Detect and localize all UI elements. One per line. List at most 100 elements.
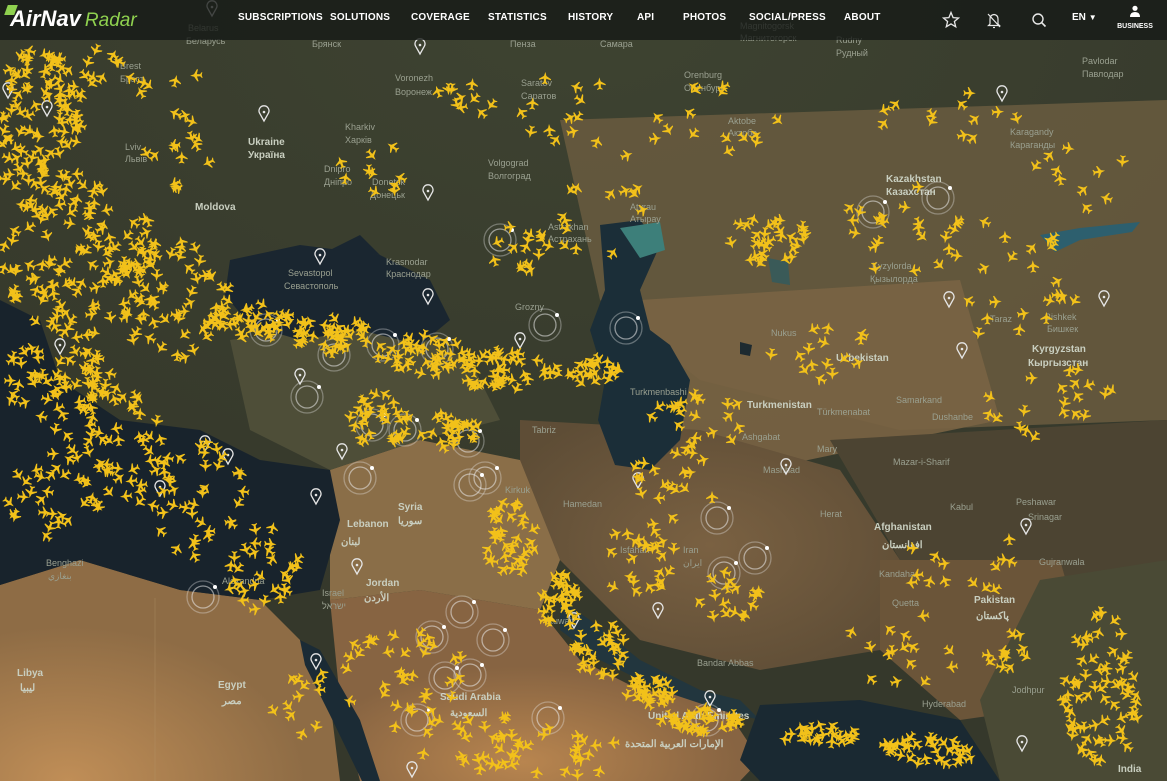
map-label: India	[1118, 764, 1142, 775]
business-label: BUSINESS	[1117, 23, 1153, 30]
map-label: Краснодар	[386, 269, 431, 279]
map-label: Пенза	[510, 39, 536, 49]
airport-dot	[442, 625, 446, 629]
map-label: Israel	[322, 588, 344, 598]
map-label: ایران	[683, 558, 702, 569]
nav-history[interactable]: HISTORY	[568, 12, 613, 23]
map-label: Рудный	[836, 48, 868, 58]
map-label: Peshawar	[1016, 497, 1056, 507]
map-label: Nukus	[771, 328, 797, 338]
map-label: Egypt	[218, 680, 246, 691]
map-label: Караганды	[1010, 140, 1055, 150]
map-label: Volgograd	[488, 158, 529, 168]
map-label: Sevastopol	[288, 268, 333, 278]
map-label: Lebanon	[347, 519, 389, 530]
map-label: Самара	[600, 39, 633, 49]
airport-dot	[717, 708, 721, 712]
airport-dot	[370, 466, 374, 470]
map-label: Волгоград	[488, 171, 531, 181]
map-label: Астрахань	[548, 234, 592, 244]
nav-solutions[interactable]: SOLUTIONS	[330, 12, 390, 23]
airport-dot	[555, 313, 559, 317]
map-label: Bandar Abbas	[697, 658, 754, 668]
map-label: Krasnodar	[386, 257, 428, 267]
map-label: الأردن	[364, 592, 389, 604]
map-label: Turkmenbashi	[630, 387, 687, 397]
airport-dot	[478, 429, 482, 433]
map-label: ليبيا	[20, 683, 35, 694]
map-label: Grozny	[515, 302, 545, 312]
map-label: Gujranwala	[1039, 557, 1085, 567]
map-label: افغانستان	[882, 540, 923, 551]
airport-dot	[480, 473, 484, 477]
airport-dot	[495, 466, 499, 470]
map-label: Hamedan	[563, 499, 602, 509]
map-label: Lviv	[125, 142, 142, 152]
language-selector[interactable]: EN ▼	[1072, 12, 1097, 23]
map-label: Kabul	[950, 502, 973, 512]
map-label: Kirkuk	[505, 485, 531, 495]
map-label: Libya	[17, 668, 44, 679]
map-label: Tabriz	[532, 425, 557, 435]
map-label: السعودية	[450, 708, 488, 719]
map-label: Samarkand	[896, 395, 942, 405]
airport-dot	[734, 561, 738, 565]
nav-api[interactable]: API	[637, 12, 654, 23]
map-label: Kyrgyzstan	[1032, 344, 1086, 355]
airport-dot	[948, 186, 952, 190]
map-label: Quetta	[892, 598, 919, 608]
airport-dot	[393, 333, 397, 337]
map-label: Hyderabad	[922, 699, 966, 709]
nav-subscriptions[interactable]: SUBSCRIPTIONS	[238, 12, 323, 23]
nav-coverage[interactable]: COVERAGE	[411, 12, 470, 23]
map-label: Benghazi	[46, 558, 84, 568]
map-label: Jodhpur	[1012, 685, 1045, 695]
airport-dot	[503, 628, 507, 632]
star-icon[interactable]	[940, 9, 962, 31]
map-label: Атырау	[630, 214, 661, 224]
business-button[interactable]: BUSINESS	[1113, 5, 1157, 30]
map-label: Karagandy	[1010, 127, 1054, 137]
chevron-down-icon: ▼	[1088, 13, 1097, 22]
business-user-icon	[1130, 5, 1140, 17]
map-label: Бишкек	[1047, 324, 1078, 334]
nav-social-press[interactable]: SOCIAL/PRESS	[749, 12, 826, 23]
map-label: Харків	[345, 135, 372, 145]
brand-name-secondary: Radar	[84, 10, 137, 31]
airport-dot	[636, 316, 640, 320]
airport-dot	[415, 418, 419, 422]
airport-dot	[558, 706, 562, 710]
map-label: Srinagar	[1028, 512, 1062, 522]
airport-dot	[472, 600, 476, 604]
airport-dot	[480, 663, 484, 667]
airport-dot	[727, 506, 731, 510]
map-label: Saratov	[521, 78, 553, 88]
map-label: Kharkiv	[345, 122, 376, 132]
map-label: Jordan	[366, 578, 399, 589]
map-label: لبنان	[341, 537, 360, 548]
map-label: Pakistan	[974, 595, 1015, 606]
airnav-radar-logo[interactable]: AirNav Radar	[4, 5, 137, 32]
map-label: Ukraine	[248, 137, 285, 148]
nav-statistics[interactable]: STATISTICS	[488, 12, 547, 23]
map-label: Moldova	[195, 202, 236, 213]
map-label: Павлодар	[1082, 69, 1123, 79]
bell-off-icon[interactable]	[983, 9, 1005, 31]
top-navigation-bar: AirNav Radar SUBSCRIPTIONS SOLUTIONS COV…	[0, 0, 1167, 40]
flight-map[interactable]: BelarusБеларусьБрянскПензаСамараMagnitog…	[0, 0, 1167, 781]
map-label: Pavlodar	[1082, 56, 1118, 66]
map-label: Herat	[820, 509, 843, 519]
map-label: Ashgabat	[742, 432, 781, 442]
nav-about[interactable]: ABOUT	[844, 12, 881, 23]
map-label: Afghanistan	[874, 522, 932, 533]
map-label: Севастополь	[284, 281, 339, 291]
map-label: بنغازي	[48, 571, 72, 582]
nav-photos[interactable]: PHOTOS	[683, 12, 726, 23]
map-label: سوريا	[398, 516, 422, 527]
map-label: Bishkek	[1045, 312, 1077, 322]
brand-name-primary: AirNav	[10, 6, 81, 31]
airport-dot	[317, 385, 321, 389]
search-icon[interactable]	[1028, 9, 1050, 31]
map-label: Mary	[817, 444, 837, 454]
map-label: Брянск	[312, 39, 341, 49]
